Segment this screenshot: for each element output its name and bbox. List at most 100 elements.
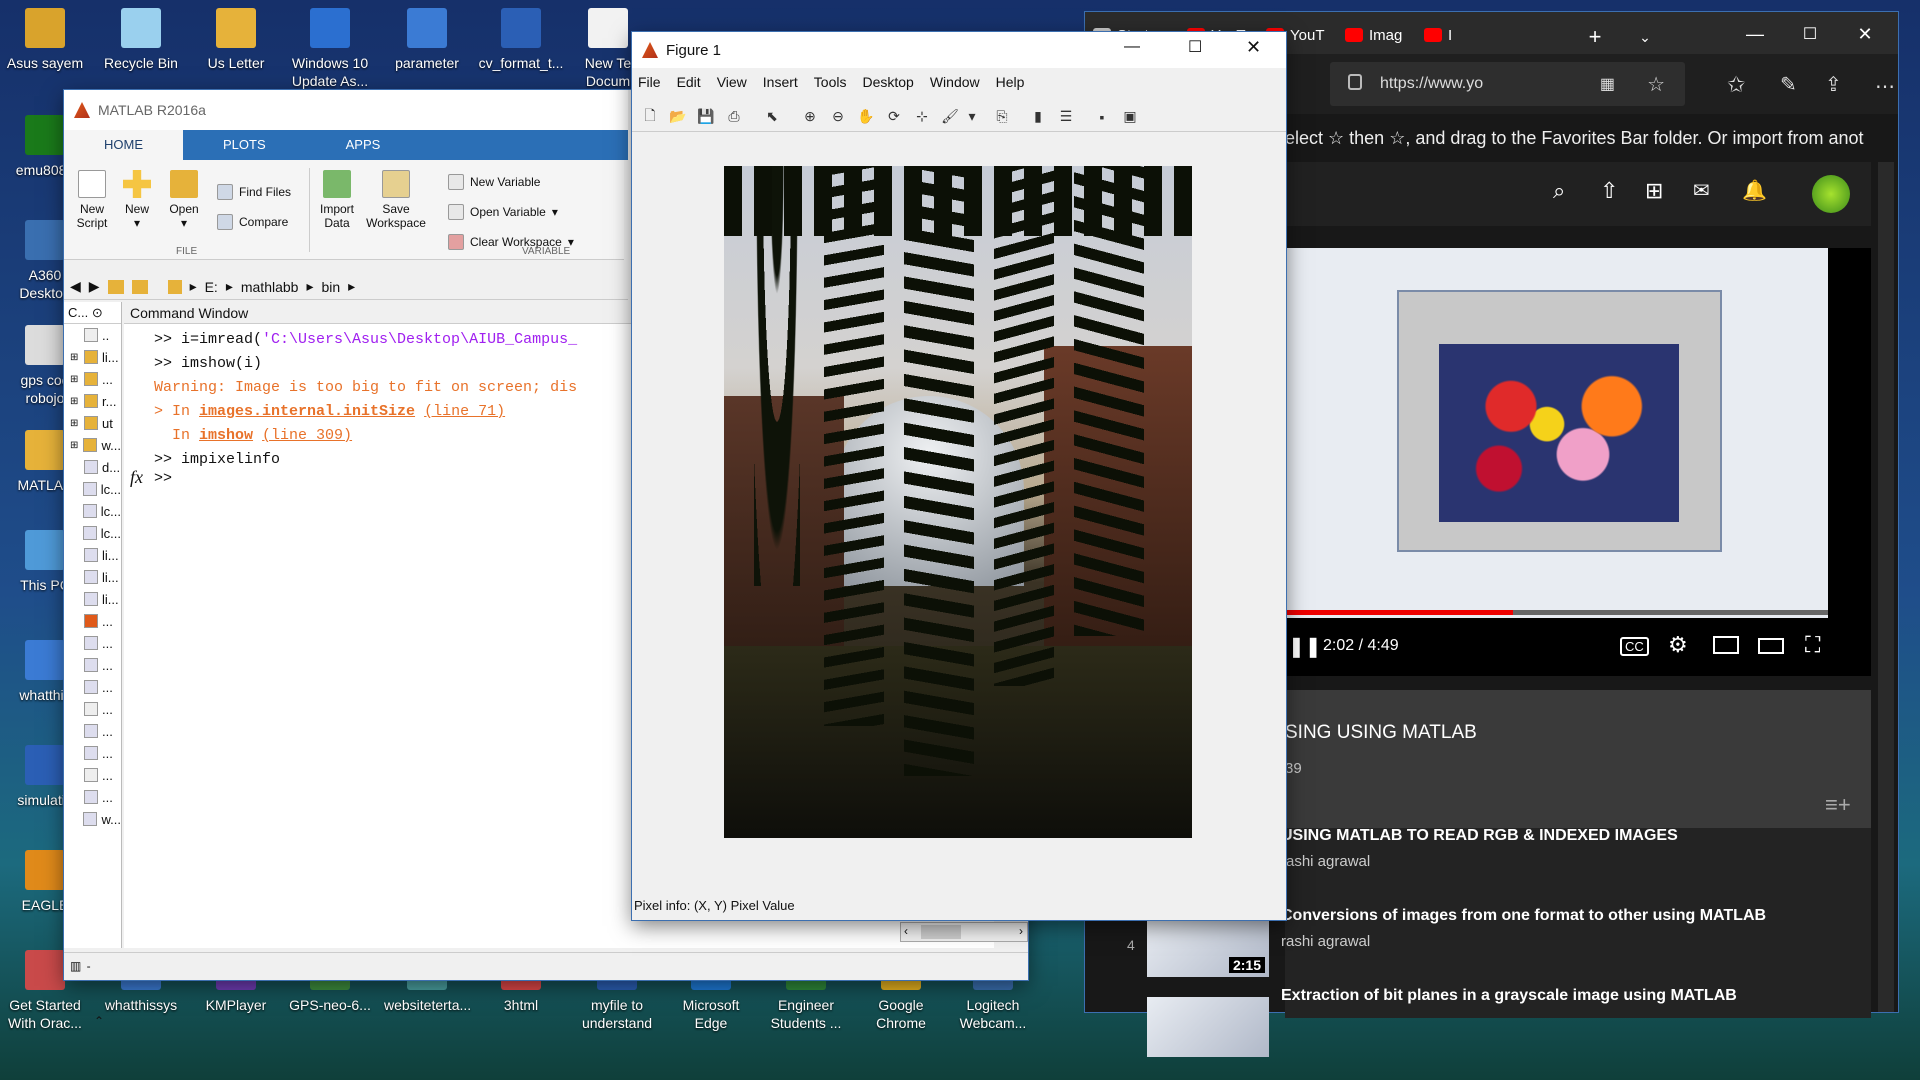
open-file-icon[interactable]: 📂: [666, 105, 690, 129]
expand-icon[interactable]: ⊞: [70, 440, 79, 451]
playlist-title[interactable]: Conversions of images from one format to…: [1281, 907, 1766, 925]
breadcrumb-drive[interactable]: E:: [205, 279, 218, 295]
new-script-button[interactable]: New Script: [72, 170, 112, 230]
file-row[interactable]: ...: [64, 676, 121, 698]
file-row[interactable]: lc...: [64, 478, 121, 500]
menu-help[interactable]: Help: [996, 74, 1025, 96]
figure-minimize-button[interactable]: —: [1124, 38, 1140, 56]
save-workspace-button[interactable]: Save Workspace: [364, 170, 428, 230]
add-to-queue-icon[interactable]: ≡+: [1825, 792, 1851, 818]
file-row[interactable]: li...: [64, 544, 121, 566]
zoom-out-icon[interactable]: ⊖: [826, 105, 850, 129]
expand-icon[interactable]: ⊞: [70, 374, 80, 385]
desktop-icon-icons_left-0[interactable]: Asus sayem: [2, 8, 88, 72]
expand-icon[interactable]: ⊞: [70, 352, 80, 363]
desktop-icon-icons_top-2[interactable]: Windows 10 Update As...: [287, 8, 373, 90]
desktop-icon-icons_top-1[interactable]: Us Letter: [193, 8, 279, 72]
web-note-icon[interactable]: ✎: [1780, 72, 1797, 97]
browser-maximize-button[interactable]: ☐: [1790, 22, 1830, 46]
video-progress-track[interactable]: [1285, 610, 1828, 615]
find-files-button[interactable]: Find Files: [217, 184, 291, 200]
menu-window[interactable]: Window: [930, 74, 980, 96]
file-row[interactable]: ⊞ w...: [64, 434, 121, 456]
file-row[interactable]: ⊞ ut: [64, 412, 121, 434]
miniplayer-icon[interactable]: [1713, 636, 1739, 654]
apps-grid-icon[interactable]: ⊞: [1645, 178, 1663, 204]
menu-desktop[interactable]: Desktop: [862, 74, 913, 96]
zoom-in-icon[interactable]: ⊕: [798, 105, 822, 129]
playlist-title[interactable]: USING MATLAB TO READ RGB & INDEXED IMAGE…: [1281, 827, 1678, 845]
menu-insert[interactable]: Insert: [763, 74, 798, 96]
tab-list-chevron-icon[interactable]: ⌄: [1630, 24, 1660, 50]
file-row[interactable]: ⊞ r...: [64, 390, 121, 412]
back-arrow-icon[interactable]: ◀: [70, 278, 81, 295]
file-row[interactable]: ...: [64, 786, 121, 808]
file-row[interactable]: lc...: [64, 500, 121, 522]
more-icon[interactable]: ⋯: [1875, 74, 1895, 99]
pointer-icon[interactable]: ⬉: [760, 105, 784, 129]
desktop-icon-icons_top-4[interactable]: cv_format_t...: [478, 8, 564, 72]
colorbar-icon[interactable]: ▮: [1026, 105, 1050, 129]
file-row[interactable]: ⊞...: [64, 368, 121, 390]
open-button[interactable]: Open ▾: [166, 170, 202, 230]
print-icon[interactable]: ⎙: [722, 105, 746, 129]
share-icon[interactable]: ⇪: [1825, 72, 1842, 97]
import-data-button[interactable]: Import Data: [315, 170, 359, 230]
address-bar[interactable]: https://www.yo ▦ ☆: [1330, 62, 1685, 106]
legend-icon[interactable]: ☰: [1054, 105, 1078, 129]
captions-icon[interactable]: CC: [1620, 637, 1649, 656]
chevron-down-icon[interactable]: ▾: [966, 105, 978, 129]
menu-file[interactable]: File: [638, 74, 661, 96]
browser-tab[interactable]: Imag: [1337, 20, 1412, 50]
messages-icon[interactable]: ✉: [1693, 178, 1710, 203]
file-row[interactable]: li...: [64, 588, 121, 610]
stack-link[interactable]: imshow: [199, 427, 253, 444]
new-button[interactable]: New ▾: [119, 170, 155, 230]
fullscreen-icon[interactable]: ⛶: [1805, 632, 1820, 658]
scroll-left-icon[interactable]: ‹: [904, 924, 908, 938]
horizontal-scrollbar[interactable]: ‹ ›: [900, 922, 1028, 942]
new-tab-button[interactable]: +: [1580, 24, 1610, 50]
new-variable-button[interactable]: New Variable: [448, 174, 540, 190]
scroll-right-icon[interactable]: ›: [1019, 924, 1023, 938]
active-prompt[interactable]: >>: [154, 467, 172, 491]
data-cursor-icon[interactable]: ⊹: [910, 105, 934, 129]
browser-tab[interactable]: I: [1416, 20, 1491, 50]
desktop-icon-icons_top-3[interactable]: parameter: [384, 8, 470, 72]
open-variable-button[interactable]: Open Variable ▾: [448, 204, 558, 220]
file-row[interactable]: ..: [64, 324, 121, 346]
new-figure-icon[interactable]: 🗋: [638, 105, 662, 129]
up-folder-icon[interactable]: [107, 279, 124, 294]
desktop-icon-icons_top-0[interactable]: Recycle Bin: [98, 8, 184, 72]
upload-icon[interactable]: ⇧: [1600, 178, 1618, 204]
expand-icon[interactable]: ⊞: [70, 418, 80, 429]
expand-icon[interactable]: ⊞: [70, 396, 80, 407]
folder-collapse-chevron-icon[interactable]: ⌃: [94, 1014, 104, 1028]
breadcrumb-bin[interactable]: bin: [321, 279, 340, 295]
reading-view-icon[interactable]: ▦: [1600, 74, 1615, 94]
playlist-author[interactable]: rashi agrawal: [1281, 853, 1370, 870]
browser-minimize-button[interactable]: —: [1735, 22, 1775, 46]
browser-close-button[interactable]: ✕: [1845, 22, 1885, 46]
breadcrumb-mathlabb[interactable]: mathlabb: [241, 279, 299, 295]
save-figure-icon[interactable]: 💾: [694, 105, 718, 129]
menu-tools[interactable]: Tools: [814, 74, 847, 96]
play-pause-icon[interactable]: ❚❚: [1288, 634, 1322, 659]
menu-edit[interactable]: Edit: [677, 74, 701, 96]
settings-gear-icon[interactable]: ⚙: [1668, 632, 1688, 658]
file-row[interactable]: li...: [64, 566, 121, 588]
file-row[interactable]: ⊞ li...: [64, 346, 121, 368]
file-row[interactable]: ...: [64, 610, 121, 632]
link-plot-icon[interactable]: ⎘: [990, 105, 1014, 129]
tab-plots[interactable]: PLOTS: [183, 130, 306, 160]
file-row[interactable]: ...: [64, 720, 121, 742]
pan-hand-icon[interactable]: ✋: [854, 105, 878, 129]
menu-view[interactable]: View: [717, 74, 747, 96]
file-row[interactable]: ...: [64, 654, 121, 676]
forward-arrow-icon[interactable]: ▶: [89, 278, 100, 295]
figure-maximize-button[interactable]: ☐: [1188, 37, 1202, 57]
hide-plot-tools-icon[interactable]: ▪: [1090, 105, 1114, 129]
file-row[interactable]: lc...: [64, 522, 121, 544]
panel-menu-icon[interactable]: ⊙: [92, 305, 103, 320]
file-row[interactable]: ...: [64, 742, 121, 764]
